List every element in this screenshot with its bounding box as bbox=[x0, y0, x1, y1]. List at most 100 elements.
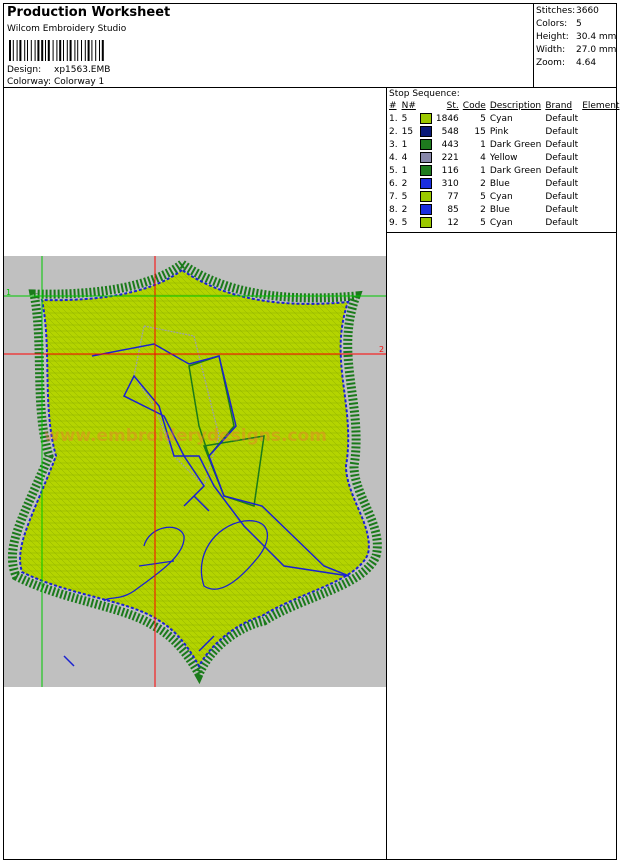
cell-brand: Default bbox=[545, 165, 579, 176]
color-swatch-cell bbox=[418, 177, 434, 190]
cell-needle: 2 bbox=[401, 178, 408, 189]
cell-needle: 5 bbox=[401, 113, 408, 124]
stat-label: Stitches: bbox=[536, 6, 576, 16]
table-header-row: # N# St. Code Description Brand Element bbox=[387, 100, 620, 112]
cell-code: 1 bbox=[480, 165, 486, 176]
stat-value: 5 bbox=[576, 19, 582, 29]
stat-zoom: Zoom: 4.64 bbox=[536, 58, 596, 68]
color-swatch bbox=[419, 126, 432, 137]
cell-needle: 5 bbox=[401, 191, 408, 202]
color-swatch bbox=[419, 165, 432, 176]
stat-value: 30.4 mm bbox=[576, 32, 617, 42]
col-header: # bbox=[389, 101, 397, 111]
cell-needle: 1 bbox=[401, 139, 408, 150]
design-filename: xp1563.EMB bbox=[54, 65, 111, 75]
design-label: Design: bbox=[7, 65, 42, 75]
cell-element bbox=[580, 164, 620, 177]
cell-code: 5 bbox=[480, 113, 486, 124]
col-header: St. bbox=[446, 101, 459, 111]
cell-element bbox=[580, 138, 620, 151]
color-swatch-cell bbox=[418, 125, 434, 138]
col-header: Code bbox=[462, 101, 486, 111]
page-title: Production Worksheet bbox=[7, 5, 171, 20]
color-swatch-cell bbox=[418, 112, 434, 125]
design-canvas: www.embroiderydesigns.com 1 2 bbox=[4, 256, 386, 687]
cell-desc: Dark Green bbox=[489, 165, 542, 176]
stat-stitches: Stitches: 3660 bbox=[536, 6, 599, 16]
table-row: 6. 2 310 2 Blue Default bbox=[387, 177, 620, 190]
cell-code: 15 bbox=[474, 126, 486, 137]
cell-n: 8. bbox=[389, 204, 398, 215]
cell-desc: Pink bbox=[489, 126, 509, 137]
cell-element bbox=[580, 151, 620, 164]
col-header: Element bbox=[582, 101, 620, 111]
cell-brand: Default bbox=[545, 113, 579, 124]
stat-label: Height: bbox=[536, 32, 569, 42]
cell-element bbox=[580, 112, 620, 125]
cell-needle: 1 bbox=[401, 165, 408, 176]
color-swatch-cell bbox=[418, 203, 434, 216]
cell-n: 2. bbox=[389, 126, 398, 137]
cell-n: 9. bbox=[389, 217, 398, 228]
color-swatch bbox=[419, 113, 432, 124]
cell-desc: Yellow bbox=[489, 152, 518, 163]
col-header: N# bbox=[401, 101, 416, 111]
cell-st: 12 bbox=[447, 217, 459, 228]
cell-n: 3. bbox=[389, 139, 398, 150]
colorway-info: Colorway: Colorway 1 bbox=[7, 77, 104, 87]
col-header-swatch bbox=[418, 100, 434, 112]
table-row: 1. 5 1846 5 Cyan Default bbox=[387, 112, 620, 125]
col-header: Brand bbox=[545, 101, 573, 111]
color-swatch-cell bbox=[418, 164, 434, 177]
worksheet-header: Production Worksheet Wilcom Embroidery S… bbox=[3, 3, 534, 88]
color-swatch-cell bbox=[418, 151, 434, 164]
stat-label: Width: bbox=[536, 45, 566, 55]
cell-needle: 5 bbox=[401, 217, 408, 228]
table-row: 7. 5 77 5 Cyan Default bbox=[387, 190, 620, 203]
stat-label: Zoom: bbox=[536, 58, 565, 68]
design-preview-panel: www.embroiderydesigns.com 1 2 bbox=[3, 87, 387, 860]
cell-st: 116 bbox=[441, 165, 459, 176]
color-swatch-cell bbox=[418, 190, 434, 203]
cell-st: 1846 bbox=[435, 113, 459, 124]
cell-desc: Cyan bbox=[489, 191, 513, 202]
cell-needle: 15 bbox=[401, 126, 414, 137]
cell-code: 2 bbox=[480, 204, 486, 215]
cell-code: 2 bbox=[480, 178, 486, 189]
colorway-label: Colorway: bbox=[7, 77, 52, 87]
cell-brand: Default bbox=[545, 139, 579, 150]
crosshair-marker-1: 1 bbox=[6, 288, 11, 297]
cell-st: 85 bbox=[447, 204, 459, 215]
cell-st: 77 bbox=[447, 191, 459, 202]
cell-st: 221 bbox=[441, 152, 459, 163]
software-name: Wilcom Embroidery Studio bbox=[7, 24, 127, 34]
stat-width: Width: 27.0 mm bbox=[536, 45, 616, 55]
cell-code: 4 bbox=[480, 152, 486, 163]
cell-n: 4. bbox=[389, 152, 398, 163]
col-header: Description bbox=[489, 101, 542, 111]
color-swatch bbox=[419, 152, 432, 163]
cell-st: 443 bbox=[441, 139, 459, 150]
cell-desc: Cyan bbox=[489, 217, 513, 228]
table-row: 2. 15 548 15 Pink Default bbox=[387, 125, 620, 138]
table-row: 9. 5 12 5 Cyan Default bbox=[387, 216, 620, 229]
cell-needle: 4 bbox=[401, 152, 408, 163]
color-swatch bbox=[419, 217, 432, 228]
cell-brand: Default bbox=[545, 152, 579, 163]
cell-desc: Dark Green bbox=[489, 139, 542, 150]
cell-n: 5. bbox=[389, 165, 398, 176]
stop-sequence-title: Stop Sequence: bbox=[389, 89, 460, 99]
stop-sequence-table: # N# St. Code Description Brand Element … bbox=[387, 100, 620, 229]
cell-desc: Blue bbox=[489, 178, 510, 189]
cell-code: 5 bbox=[480, 191, 486, 202]
stat-value: 27.0 mm bbox=[576, 45, 617, 55]
table-row: 5. 1 116 1 Dark Green Default bbox=[387, 164, 620, 177]
cell-element bbox=[580, 203, 620, 216]
table-row: 3. 1 443 1 Dark Green Default bbox=[387, 138, 620, 151]
cell-element bbox=[580, 125, 620, 138]
cell-brand: Default bbox=[545, 191, 579, 202]
cell-st: 548 bbox=[441, 126, 459, 137]
stop-sequence-panel: Stop Sequence: # N# St. Code Description… bbox=[386, 87, 620, 233]
barcode bbox=[9, 40, 104, 61]
stat-height: Height: 30.4 mm bbox=[536, 32, 616, 42]
